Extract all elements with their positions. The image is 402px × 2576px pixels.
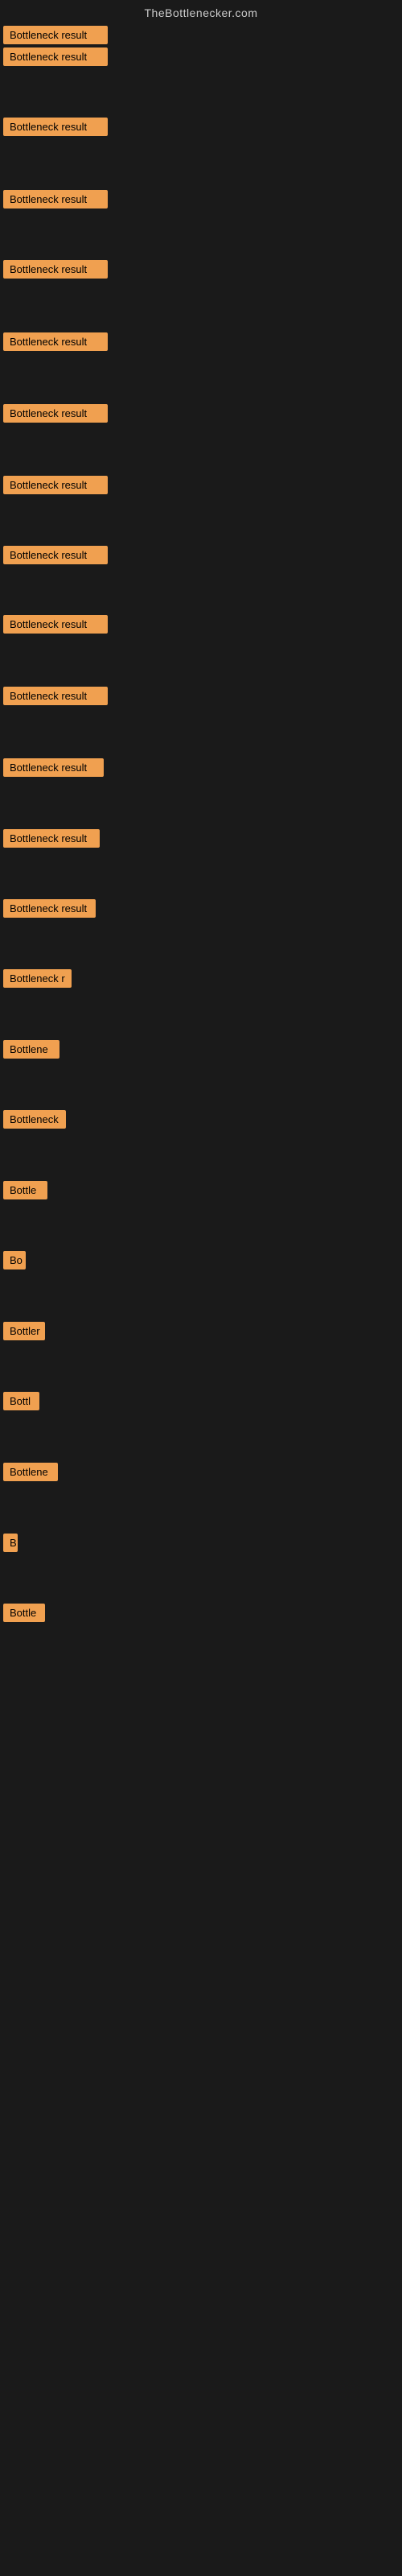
bottleneck-badge[interactable]: Bottleneck result (3, 476, 108, 494)
bottleneck-badge[interactable]: Bottleneck result (3, 404, 108, 423)
bottleneck-badge[interactable]: Bottleneck result (3, 47, 108, 66)
bottleneck-badge[interactable]: Bottleneck result (3, 615, 108, 634)
bottleneck-badge[interactable]: Bottleneck r (3, 969, 72, 988)
bottleneck-row: Bottle (3, 1604, 45, 1626)
bottleneck-badge[interactable]: Bottleneck result (3, 829, 100, 848)
bottleneck-badge[interactable]: Bottleneck result (3, 190, 108, 208)
bottleneck-badge[interactable]: Bottler (3, 1322, 45, 1340)
bottleneck-badge[interactable]: Bottleneck result (3, 332, 108, 351)
bottleneck-row: Bottleneck result (3, 118, 108, 140)
bottleneck-row: Bottleneck result (3, 758, 104, 781)
bottleneck-badge[interactable]: Bottleneck result (3, 687, 108, 705)
bottleneck-row: Bottleneck result (3, 546, 108, 568)
bottleneck-badge[interactable]: Bo (3, 1251, 26, 1269)
bottleneck-badge[interactable]: Bottleneck result (3, 758, 104, 777)
site-title: TheBottlenecker.com (0, 0, 402, 26)
bottleneck-row: Bottleneck result (3, 829, 100, 852)
bottleneck-badge[interactable]: Bottl (3, 1392, 39, 1410)
bottleneck-badge[interactable]: Bottleneck (3, 1110, 66, 1129)
bottleneck-row: Bottleneck result (3, 615, 108, 638)
bottleneck-badge[interactable]: Bottle (3, 1604, 45, 1622)
bottleneck-row: B (3, 1534, 18, 1556)
bottleneck-row: Bottleneck result (3, 687, 108, 709)
bottleneck-badge[interactable]: Bottlene (3, 1463, 58, 1481)
bottleneck-row: Bottleneck (3, 1110, 66, 1133)
bottleneck-row: Bottleneck result (3, 332, 108, 355)
bottleneck-badge[interactable]: Bottleneck result (3, 546, 108, 564)
bottleneck-row: Bo (3, 1251, 26, 1274)
bottleneck-row: Bottleneck result (3, 47, 108, 70)
bottleneck-row: Bottleneck result (3, 260, 108, 283)
bottleneck-row: Bottleneck result (3, 26, 108, 48)
bottleneck-badge[interactable]: B (3, 1534, 18, 1552)
bottleneck-badge[interactable]: Bottleneck result (3, 899, 96, 918)
bottleneck-badge[interactable]: Bottleneck result (3, 118, 108, 136)
bottleneck-badge[interactable]: Bottleneck result (3, 26, 108, 44)
bottleneck-row: Bottleneck result (3, 476, 108, 498)
bottleneck-row: Bottle (3, 1181, 47, 1203)
bottleneck-badge[interactable]: Bottlene (3, 1040, 59, 1059)
bottleneck-row: Bottler (3, 1322, 45, 1344)
bottleneck-badge[interactable]: Bottleneck result (3, 260, 108, 279)
bottleneck-row: Bottleneck result (3, 899, 96, 922)
bottleneck-row: Bottleneck result (3, 404, 108, 427)
bottleneck-row: Bottl (3, 1392, 39, 1414)
bottleneck-row: Bottlene (3, 1463, 58, 1485)
bottleneck-row: Bottleneck r (3, 969, 72, 992)
bottleneck-row: Bottleneck result (3, 190, 108, 213)
bottleneck-row: Bottlene (3, 1040, 59, 1063)
bottleneck-badge[interactable]: Bottle (3, 1181, 47, 1199)
